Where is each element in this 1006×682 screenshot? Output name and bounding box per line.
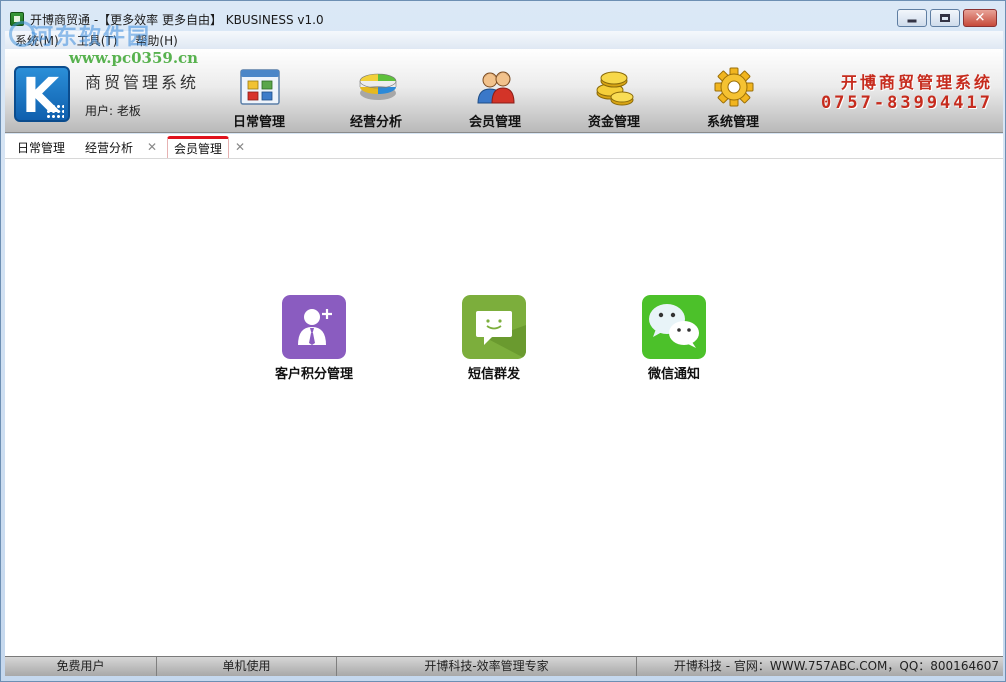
close-button[interactable]: ✕ [963, 9, 997, 27]
tab-business-analysis[interactable]: 经营分析 [85, 137, 133, 159]
nav-label: 经营分析 [349, 115, 402, 130]
status-bar: 免费用户 单机使用 开博科技-效率管理专家 开博科技 - 官网：WWW.757A… [5, 656, 1003, 676]
window-grid-icon [240, 69, 280, 105]
function-label: 微信通知 [647, 367, 700, 382]
wechat-notify-button[interactable]: 微信通知 [614, 295, 734, 385]
maximize-button[interactable] [930, 9, 960, 27]
function-label: 客户积分管理 [274, 367, 353, 382]
tab-close-icon[interactable]: ✕ [235, 141, 245, 153]
pie-chart-icon [359, 73, 397, 100]
header-toolbar: K 商贸管理系统 用户: 老板 日常管理 经营分析 会员管理 资金管理 系统管理… [5, 49, 1003, 133]
nav-business-analysis[interactable]: 经营分析 [332, 65, 420, 131]
tab-strip: 日常管理 经营分析 ✕ 会员管理 ✕ [5, 134, 1003, 159]
menu-help[interactable]: 帮助(H) [135, 32, 177, 49]
tab-close-icon[interactable]: ✕ [147, 141, 157, 153]
tab-daily-management[interactable]: 日常管理 [17, 137, 65, 159]
menu-tools[interactable]: 工具(T) [77, 32, 118, 49]
app-window: 开博商贸通 -【更多效率 更多自由】 KBUSINESS v1.0 ✕ 系统(M… [0, 0, 1006, 682]
tab-member-management[interactable]: 会员管理 [167, 136, 230, 158]
current-user: 用户: 老板 [85, 104, 141, 118]
customer-points-button[interactable]: 客户积分管理 [254, 295, 374, 385]
status-slogan: 开博科技-效率管理专家 [337, 657, 637, 676]
status-license: 免费用户 [5, 657, 157, 676]
add-customer-icon [282, 295, 346, 359]
nav-label: 会员管理 [468, 115, 521, 130]
company-phone: 0757-83994417 [820, 93, 993, 113]
app-icon [10, 12, 24, 26]
sms-icon [462, 295, 526, 359]
users-icon [477, 71, 515, 104]
member-management-panel: 客户积分管理 短信群发 微信通知 [5, 159, 1003, 656]
close-icon: ✕ [974, 10, 986, 26]
coins-icon [596, 71, 634, 106]
title-bar[interactable]: 开博商贸通 -【更多效率 更多自由】 KBUSINESS v1.0 ✕ [1, 1, 1005, 33]
window-title: 开博商贸通 -【更多效率 更多自由】 KBUSINESS v1.0 [30, 13, 324, 27]
window-controls: ✕ [897, 9, 997, 27]
app-logo: K [14, 66, 70, 122]
nav-label: 资金管理 [587, 115, 640, 130]
status-contact: 开博科技 - 官网：WWW.757ABC.COM，QQ：800164607 [673, 659, 999, 673]
status-mode: 单机使用 [157, 657, 337, 676]
minimize-button[interactable] [897, 9, 927, 27]
function-label: 短信群发 [467, 367, 520, 382]
system-name: 商贸管理系统 [85, 73, 200, 92]
company-name: 开博商贸管理系统 [840, 73, 993, 92]
gear-icon [714, 67, 754, 107]
nav-daily-management[interactable]: 日常管理 [215, 65, 303, 131]
nav-system-management[interactable]: 系统管理 [689, 65, 777, 131]
sms-broadcast-button[interactable]: 短信群发 [434, 295, 554, 385]
maximize-icon [940, 14, 950, 22]
menu-bar: 系统(M) 工具(T) 帮助(H) [5, 31, 1003, 49]
nav-fund-management[interactable]: 资金管理 [570, 65, 658, 131]
nav-member-management[interactable]: 会员管理 [451, 65, 539, 131]
logo-dots [46, 104, 64, 118]
menu-system[interactable]: 系统(M) [15, 32, 59, 49]
wechat-icon [642, 295, 706, 359]
minimize-icon [907, 19, 917, 23]
nav-label: 日常管理 [232, 115, 285, 130]
nav-label: 系统管理 [706, 115, 759, 130]
